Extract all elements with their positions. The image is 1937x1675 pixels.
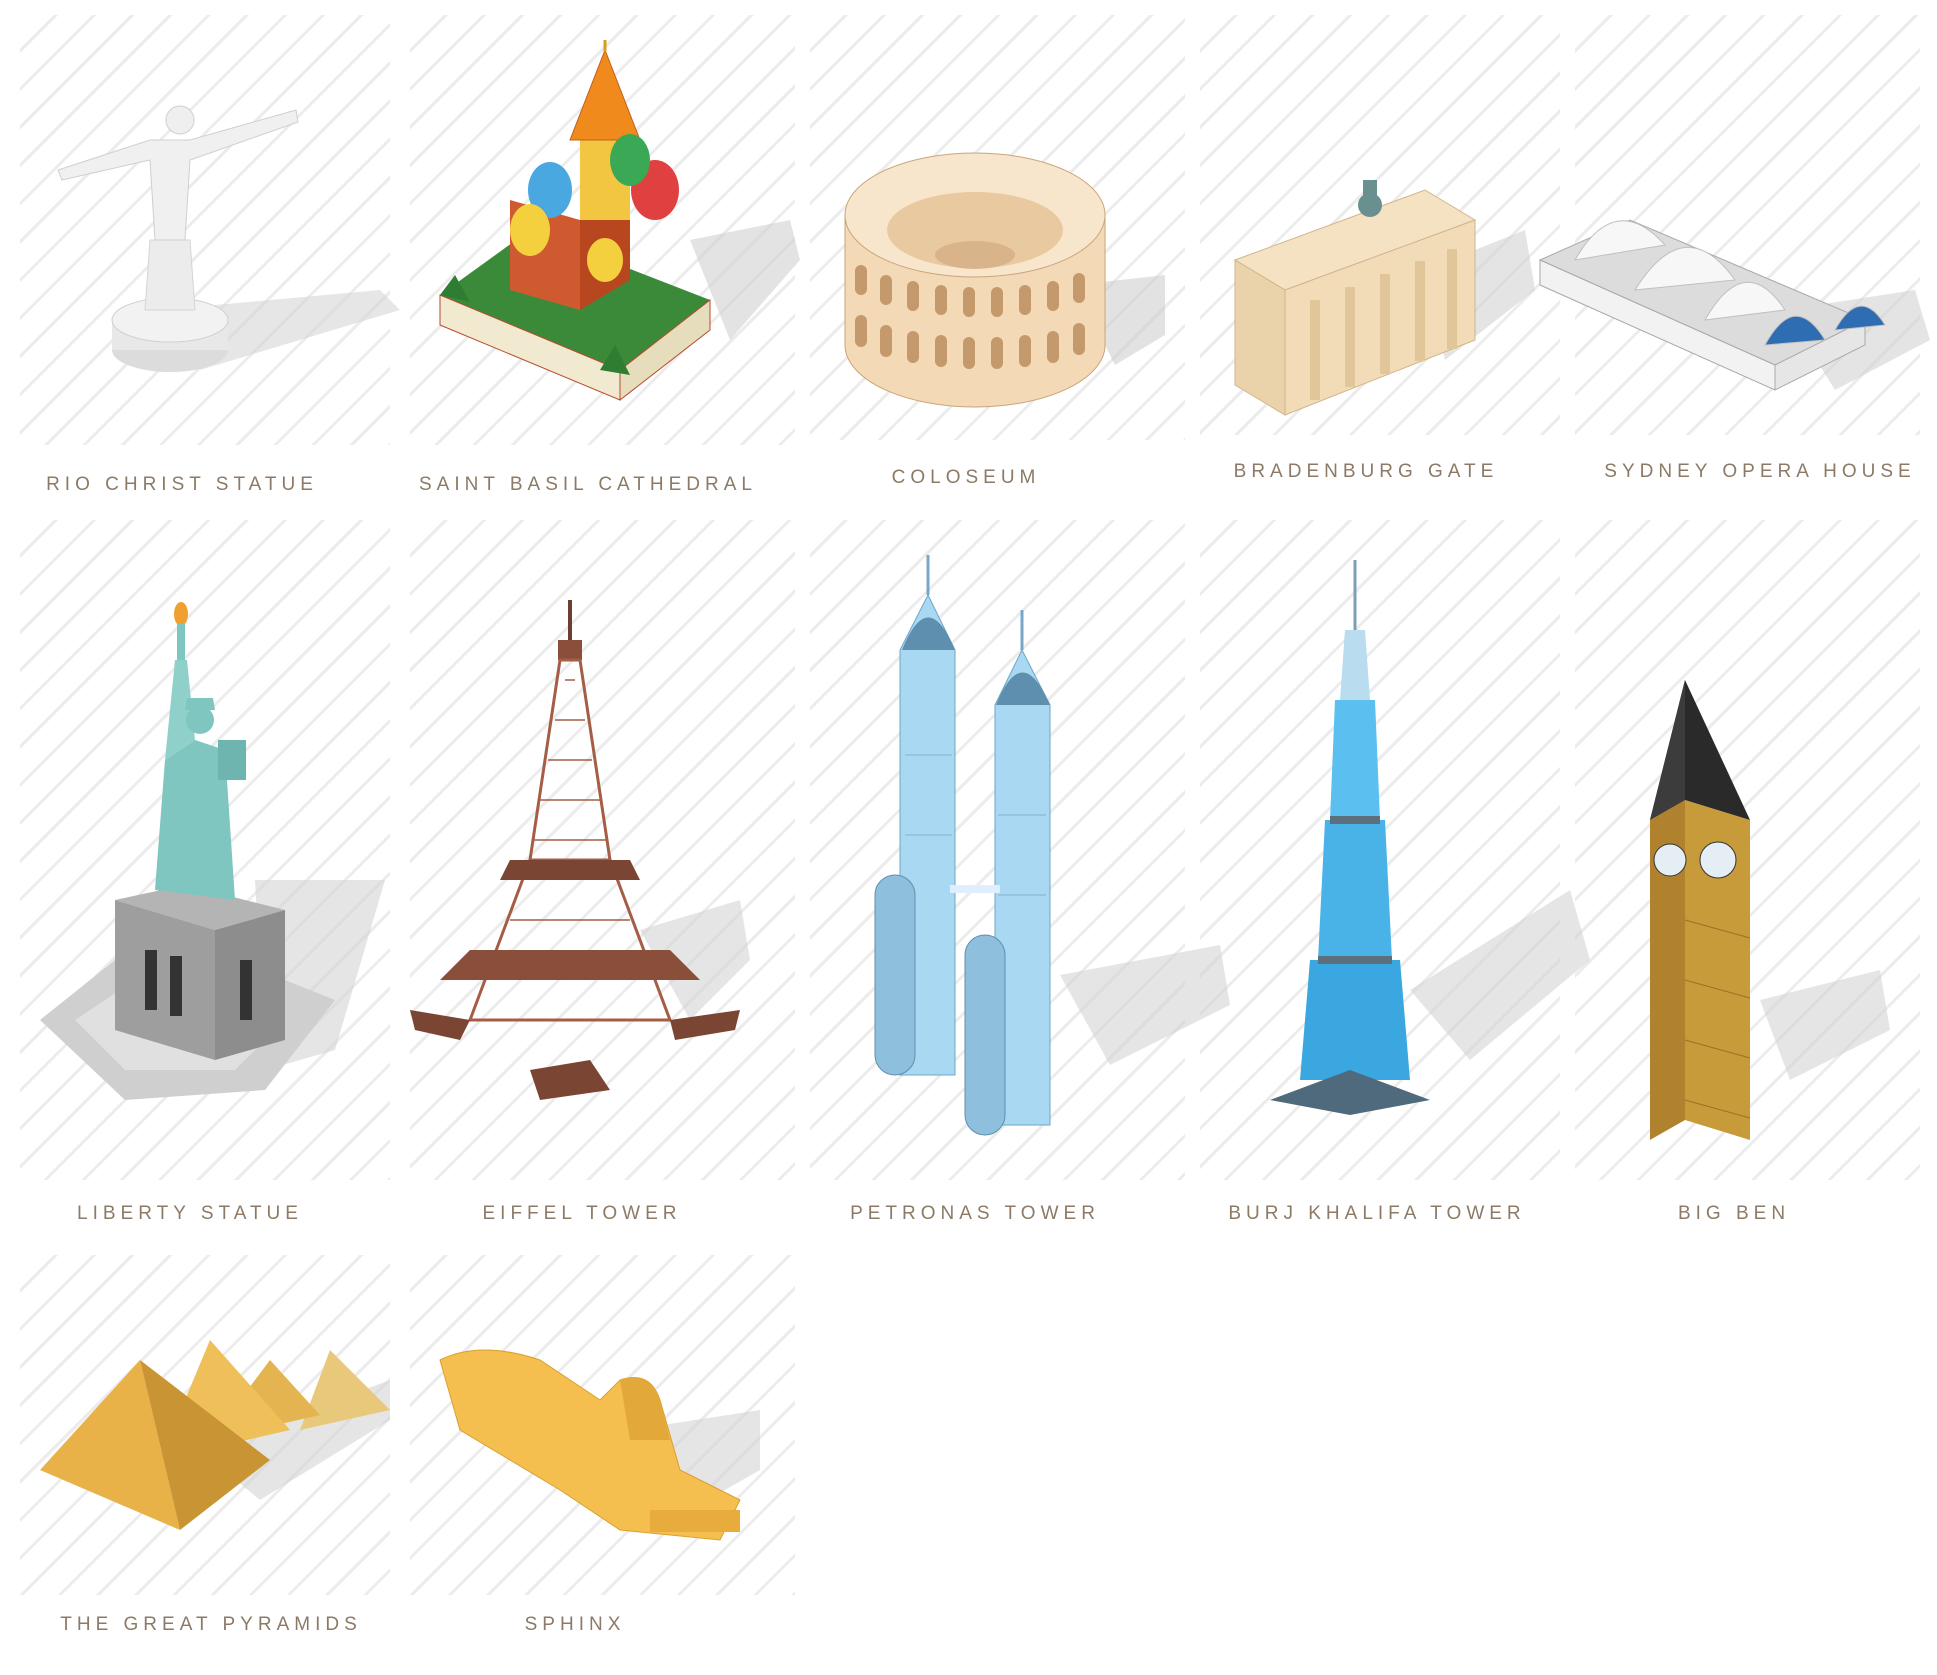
pyramids-icon — [40, 1340, 390, 1530]
brandenburg-gate-icon — [1233, 180, 1535, 416]
twin-towers-icon — [874, 555, 1230, 1136]
label-sphinx: SPHINX — [524, 1614, 626, 1635]
label-pyramids: THE GREAT PYRAMIDS — [60, 1614, 362, 1635]
label-petronas: PETRONAS TOWER — [850, 1203, 1100, 1224]
onion-dome-cathedral-icon — [439, 40, 800, 402]
label-basil: SAINT BASIL CATHEDRAL — [419, 474, 757, 495]
label-eiffel: EIFFEL TOWER — [482, 1203, 682, 1224]
label-sydney: SYDNEY OPERA HOUSE — [1604, 461, 1916, 482]
clock-tower-icon — [1650, 680, 1890, 1140]
label-bigben: BIG BEN — [1677, 1203, 1791, 1224]
eiffel-tower-icon — [410, 600, 750, 1100]
label-liberty: LIBERTY STATUE — [77, 1203, 303, 1224]
label-rio: RIO CHRIST STATUE — [46, 474, 318, 495]
label-burj: BURJ KHALIFA TOWER — [1228, 1203, 1526, 1224]
colosseum-icon — [844, 152, 1165, 408]
label-brandenburg: BRADENBURG GATE — [1233, 461, 1499, 482]
opera-house-icon — [1538, 219, 1930, 391]
label-colosseum: COLOSEUM — [891, 467, 1041, 488]
christ-redeemer-icon — [57, 105, 400, 372]
sphinx-icon — [439, 1349, 760, 1541]
statue-of-liberty-icon — [40, 602, 385, 1100]
skyscraper-icon — [1270, 560, 1590, 1115]
